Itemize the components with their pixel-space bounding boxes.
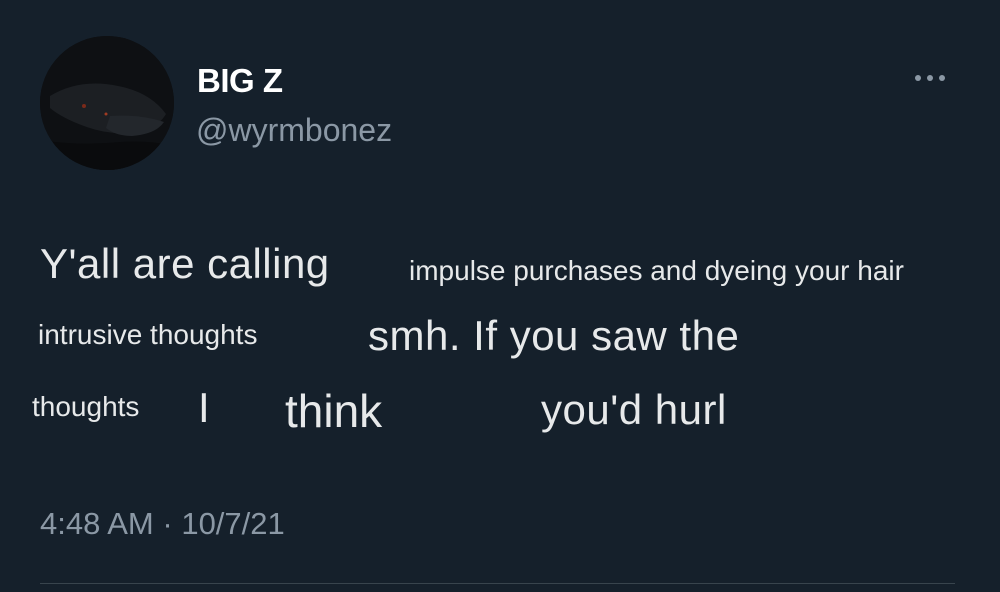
tweet-text-segment: Y'all are calling	[40, 240, 330, 287]
tweet-text-segment: I	[198, 384, 211, 431]
avatar[interactable]	[40, 36, 174, 170]
tweet-text-segment: think	[285, 385, 383, 437]
meta-separator: ·	[162, 506, 173, 541]
divider	[40, 583, 955, 584]
tweet-date: 10/7/21	[181, 506, 285, 541]
author-handle[interactable]: @wyrmbonez	[196, 112, 392, 149]
tweet-text-segment: thoughts	[32, 391, 140, 422]
alligator-photo-icon	[40, 36, 174, 170]
more-options-button[interactable]	[906, 62, 954, 94]
tweet-text-segment: you'd hurl	[541, 386, 727, 433]
tweet-timestamp[interactable]: 4:48 AM · 10/7/21	[40, 506, 285, 542]
more-horizontal-icon	[915, 75, 945, 81]
tweet-text-segment: smh. If you saw the	[368, 312, 740, 359]
author-display-name[interactable]: BIG Z	[197, 62, 283, 100]
tweet-text-segment: intrusive thoughts	[38, 319, 258, 350]
tweet-text-segment: impulse purchases and dyeing your hair	[409, 255, 904, 286]
tweet-time: 4:48 AM	[40, 506, 154, 541]
